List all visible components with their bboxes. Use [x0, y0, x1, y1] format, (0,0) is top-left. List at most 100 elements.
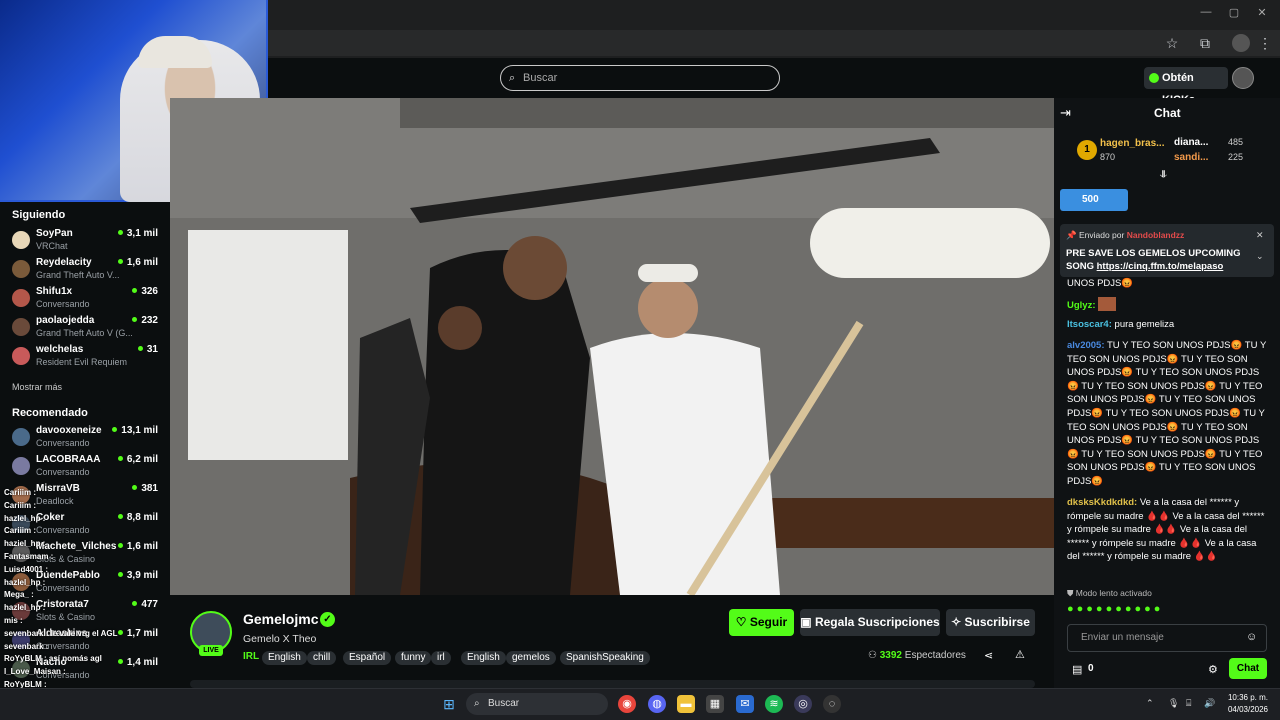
maximize-icon[interactable]: ▢ — [1224, 6, 1244, 22]
leader-1-value: 870 — [1100, 152, 1116, 162]
store-icon[interactable]: ▦ — [706, 695, 724, 713]
profile-avatar-icon[interactable] — [1232, 34, 1250, 52]
subscribe-button[interactable]: ✧ Suscribirse — [946, 609, 1035, 636]
category-link[interactable]: IRL — [243, 651, 259, 662]
overlay-chat-line: Cariiim : — [4, 526, 37, 536]
collapse-chat-icon[interactable]: ⇥ — [1060, 105, 1071, 121]
channel-item[interactable]: welchelas Resident Evil Requiem 31 — [12, 344, 162, 372]
pinned-by-user[interactable]: Nandoblandzz — [1127, 230, 1185, 240]
gift-subs-button[interactable]: ▣ Regala Suscripciones — [800, 609, 940, 636]
file-explorer-icon[interactable]: ▬ — [677, 695, 695, 713]
channel-name: LACOBRAAA — [36, 454, 101, 465]
search-icon: ⌕ — [474, 698, 480, 709]
video-player[interactable] — [170, 98, 1054, 595]
channel-viewers: 8,8 mil — [118, 512, 158, 523]
search-icon: ⌕ — [509, 72, 516, 84]
chat-message-text: TU Y TEO SON UNOS PDJS😡 TU Y TEO SON UNO… — [1067, 340, 1267, 487]
taskbar-search[interactable]: ⌕ Buscar — [466, 693, 608, 715]
chat-username[interactable]: alv2005: — [1067, 340, 1105, 351]
chat-username[interactable]: dksksKkdkdkd: — [1067, 497, 1137, 508]
channel-item[interactable]: davooxeneize Conversando 13,1 mil — [12, 425, 162, 453]
leader-1-name[interactable]: hagen_bras... — [1100, 138, 1164, 149]
spotify-icon[interactable]: ≋ — [765, 695, 783, 713]
overlay-chat-line: RoYyBLM : así nomás agl — [4, 654, 102, 664]
channel-item[interactable]: Reydelacity Grand Theft Auto V... 1,6 mil — [12, 257, 162, 285]
emote-bar[interactable]: ●●●●●●●●●● — [1067, 603, 1267, 617]
channel-item[interactable]: Shifu1x Conversando 326 — [12, 286, 162, 314]
channel-category: Deadlock — [36, 496, 74, 506]
tag-pill[interactable]: gemelos — [506, 651, 556, 665]
overlay-chat-line: hazlel_hp : — [4, 603, 46, 613]
tag-pill[interactable]: English — [461, 651, 506, 665]
heart-icon: ♡ — [735, 615, 750, 629]
pinned-by-label: Enviado por — [1078, 230, 1125, 240]
app-icon[interactable]: ◎ — [794, 695, 812, 713]
extensions-icon[interactable]: ⧉ — [1196, 34, 1214, 52]
channel-category: Conversando — [36, 467, 90, 477]
tag-pill[interactable]: funny — [395, 651, 432, 665]
network-icon[interactable]: ⌸ — [1186, 698, 1191, 709]
pinned-link[interactable]: https://cinq.ffm.to/melapaso — [1097, 261, 1224, 272]
tag-pill[interactable]: chill — [307, 651, 337, 665]
tag-pill[interactable]: SpanishSpeaking — [560, 651, 650, 665]
show-more-link[interactable]: Mostrar más — [12, 382, 62, 392]
mail-icon[interactable]: ✉ — [736, 695, 754, 713]
slow-mode-text: Modo lento activado — [1075, 588, 1152, 598]
volume-icon[interactable]: 🔊 — [1204, 698, 1215, 709]
leader-2-name[interactable]: diana... — [1174, 137, 1208, 148]
bookmark-star-icon[interactable]: ☆ — [1163, 34, 1181, 52]
share-icon[interactable]: ⋖ — [984, 649, 993, 662]
chat-username[interactable]: Uglyz: — [1067, 300, 1096, 311]
leader-3-value: 225 — [1228, 152, 1244, 162]
channel-category: VRChat — [36, 241, 68, 251]
channel-viewers: 3,1 mil — [118, 228, 158, 239]
chat-message: Uglyz: — [1067, 297, 1267, 313]
video-frame — [170, 98, 1054, 595]
channel-category: Conversando — [36, 641, 90, 651]
viewers-count: ⚇ 3392 Espectadores — [868, 650, 966, 661]
streamer-name[interactable]: Gemelojmc — [243, 611, 318, 627]
channel-category: Conversando — [36, 525, 90, 535]
chat-input[interactable]: Enviar un mensaje — [1067, 624, 1267, 652]
channel-item[interactable]: paolaojedda Grand Theft Auto V (G... 232 — [12, 315, 162, 343]
chat-username[interactable]: Itsoscar4: — [1067, 319, 1112, 330]
chrome-icon[interactable]: ◉ — [618, 695, 636, 713]
close-icon[interactable]: ✕ — [1252, 6, 1272, 22]
follow-button[interactable]: ♡ Seguir — [729, 609, 794, 636]
browser-menu-icon[interactable]: ⋮ — [1256, 34, 1274, 52]
emoji-icon[interactable]: ☺ — [1246, 631, 1257, 643]
channel-viewers: 232 — [132, 315, 158, 326]
tag-pill[interactable]: irl — [431, 651, 451, 665]
leader-3-name[interactable]: sandi... — [1174, 152, 1208, 163]
channel-item[interactable]: SoyPan VRChat 3,1 mil — [12, 228, 162, 256]
get-kicks-button[interactable]: Obtén KICKs — [1144, 67, 1228, 106]
overlay-chat-line: sevenbark : — [4, 641, 49, 651]
report-icon[interactable]: ⚠ — [1015, 648, 1025, 661]
expand-leaderboard-icon[interactable]: ⥥ — [1160, 170, 1167, 181]
chevron-down-icon[interactable]: ⌄ — [1256, 251, 1264, 262]
channel-avatar — [12, 231, 30, 249]
mic-icon[interactable]: 🎙 — [1168, 698, 1179, 709]
channel-viewers: 3,9 mil — [118, 570, 158, 581]
verified-icon: ✓ — [320, 612, 335, 627]
tag-pill[interactable]: Español — [343, 651, 392, 665]
webcam-cap — [138, 36, 212, 68]
unpin-icon[interactable]: ✕ — [1256, 230, 1264, 241]
channel-item[interactable]: LACOBRAAA Conversando 6,2 mil — [12, 454, 162, 482]
channel-category: Grand Theft Auto V... — [36, 270, 120, 280]
search-input[interactable]: ⌕ Buscar — [500, 65, 780, 91]
channel-name: welchelas — [36, 344, 84, 355]
windows-start-icon[interactable]: ⊞ — [440, 695, 458, 713]
send-chat-button[interactable]: Chat — [1229, 658, 1267, 679]
discord-icon[interactable]: ◍ — [648, 695, 666, 713]
channel-avatar — [12, 318, 30, 336]
user-avatar[interactable] — [1232, 67, 1254, 89]
tray-chevron-icon[interactable]: ⌃ — [1146, 698, 1154, 709]
address-bar[interactable] — [200, 30, 1280, 56]
gift-icon: ▣ — [800, 615, 815, 629]
channel-viewers: 1,7 mil — [118, 628, 158, 639]
settings-gear-icon[interactable]: ⚙ — [1208, 663, 1218, 676]
minimize-icon[interactable]: — — [1196, 6, 1216, 22]
tag-pill[interactable]: English — [262, 651, 307, 665]
obs-icon[interactable]: ◌ — [823, 695, 841, 713]
